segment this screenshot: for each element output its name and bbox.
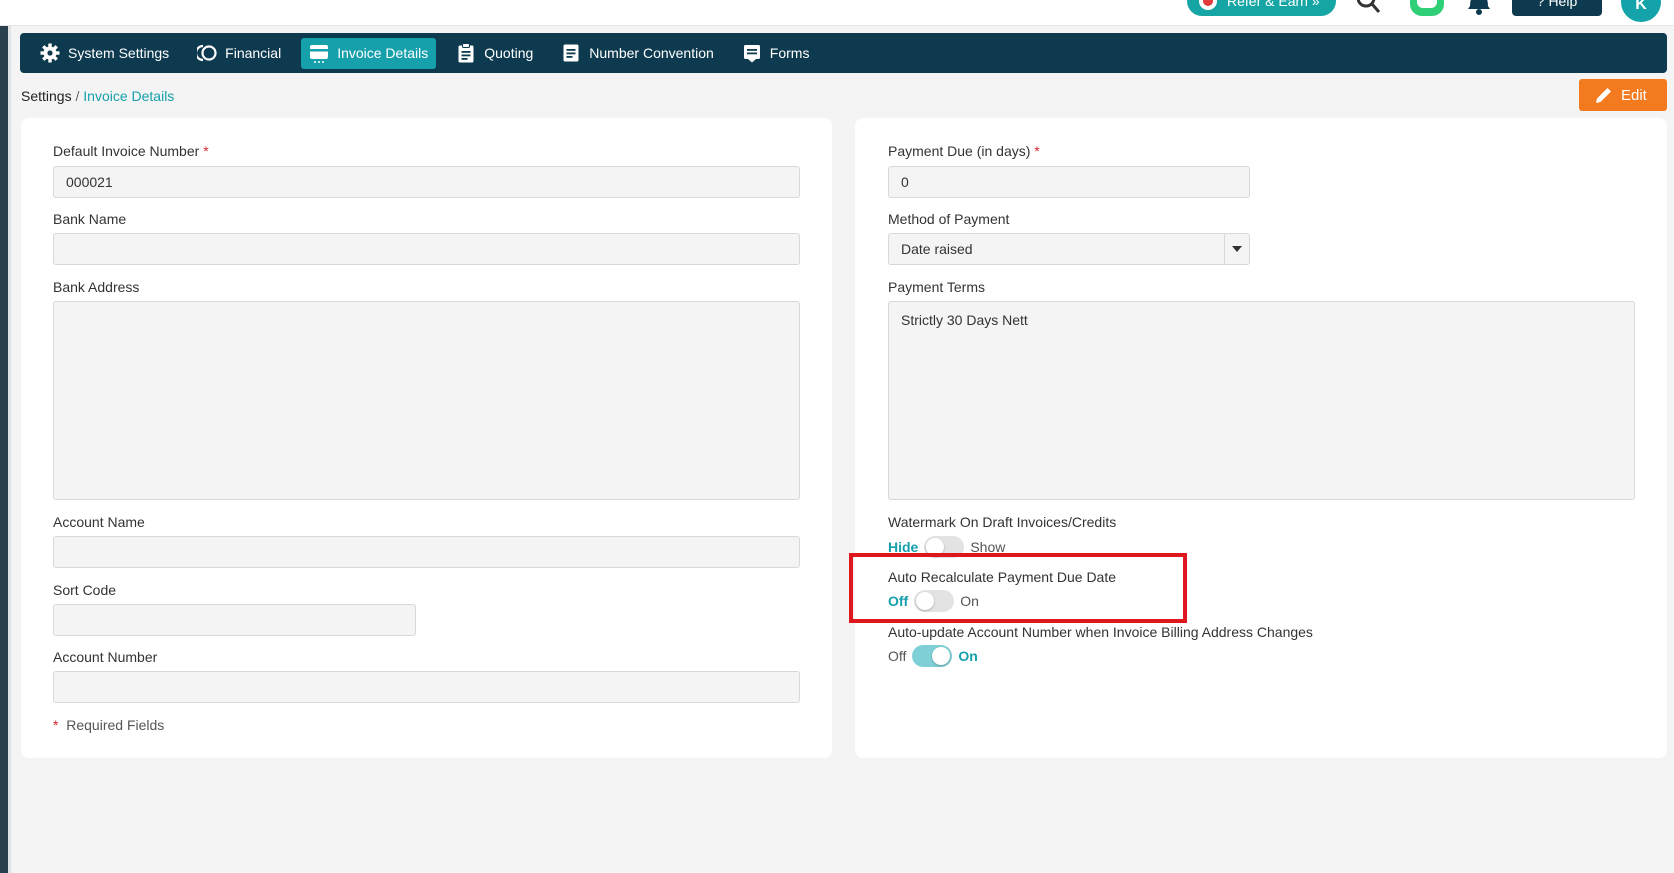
payment-due-input[interactable]: 0 xyxy=(888,166,1250,198)
required-star: * xyxy=(53,717,59,733)
settings-nav-bar: System Settings Financial Invoice Detail… xyxy=(20,33,1667,73)
breadcrumb-root[interactable]: Settings xyxy=(21,88,72,104)
payment-terms-textarea[interactable]: Strictly 30 Days Nett xyxy=(888,301,1635,500)
invoice-card-icon xyxy=(310,45,329,63)
refer-and-earn-button[interactable]: Refer & Earn » xyxy=(1187,0,1336,16)
bell-icon[interactable] xyxy=(1466,0,1492,16)
pencil-icon xyxy=(1596,88,1611,103)
watermark-label: Watermark On Draft Invoices/Credits xyxy=(888,514,1117,530)
payment-terms-label: Payment Terms xyxy=(888,279,985,295)
auto-update-account-toggle-row: Off On xyxy=(888,645,978,667)
highlight-annotation-box xyxy=(849,553,1187,623)
default-invoice-number-label: Default Invoice Number * xyxy=(53,143,209,159)
refer-and-earn-label: Refer & Earn » xyxy=(1227,0,1320,9)
required-note-text: Required Fields xyxy=(66,717,165,733)
gear-icon xyxy=(40,43,60,63)
auto-update-account-toggle[interactable] xyxy=(912,645,953,667)
edit-button[interactable]: Edit xyxy=(1579,79,1667,111)
sort-code-input[interactable] xyxy=(53,604,416,636)
bank-name-label: Bank Name xyxy=(53,211,127,227)
avatar[interactable]: K xyxy=(1621,0,1661,22)
breadcrumb-current: Invoice Details xyxy=(83,88,175,104)
tab-label: Number Convention xyxy=(589,45,714,61)
payment-due-label: Payment Due (in days) * xyxy=(888,143,1040,159)
toggle-on-label: On xyxy=(958,648,978,664)
bank-details-panel: Default Invoice Number * 000021 Bank Nam… xyxy=(21,118,832,758)
clipboard-icon xyxy=(458,43,474,63)
toggle-knob xyxy=(932,647,951,665)
label-text: Payment Due (in days) xyxy=(888,143,1031,159)
tab-invoice-details[interactable]: Invoice Details xyxy=(301,37,437,69)
tab-financial[interactable]: Financial xyxy=(189,38,289,69)
tab-label: System Settings xyxy=(68,45,170,61)
form-icon xyxy=(743,45,760,63)
input-value: 000021 xyxy=(66,174,113,190)
left-sidebar-edge xyxy=(0,26,8,873)
breadcrumb-separator: / xyxy=(71,88,84,104)
tab-forms[interactable]: Forms xyxy=(734,38,818,69)
required-fields-note: * Required Fields xyxy=(53,717,164,733)
top-header: Refer & Earn » ? Help K xyxy=(0,0,1674,26)
bank-address-label: Bank Address xyxy=(53,279,140,295)
account-number-label: Account Number xyxy=(53,649,158,665)
select-value: Date raised xyxy=(901,241,973,257)
default-invoice-number-input[interactable]: 000021 xyxy=(53,166,800,198)
account-name-label: Account Name xyxy=(53,514,145,530)
tab-quoting[interactable]: Quoting xyxy=(448,38,541,69)
account-number-input[interactable] xyxy=(53,671,800,703)
method-of-payment-select[interactable]: Date raised xyxy=(888,233,1250,265)
account-name-input[interactable] xyxy=(53,536,800,568)
sort-code-label: Sort Code xyxy=(53,582,117,598)
search-icon[interactable] xyxy=(1357,0,1381,14)
document-icon xyxy=(563,44,579,62)
chat-icon[interactable] xyxy=(1410,0,1444,16)
label-text: Default Invoice Number xyxy=(53,143,200,159)
breadcrumb: Settings / Invoice Details xyxy=(21,88,174,104)
bank-address-textarea[interactable] xyxy=(53,301,800,500)
tab-label: Financial xyxy=(225,45,282,61)
financial-icon xyxy=(197,44,217,62)
chevron-down-icon[interactable] xyxy=(1224,234,1249,264)
tab-label: Quoting xyxy=(484,45,534,61)
bank-name-input[interactable] xyxy=(53,233,800,265)
gift-icon xyxy=(1199,0,1217,10)
help-button[interactable]: ? Help xyxy=(1512,0,1602,16)
required-star: * xyxy=(203,143,209,159)
edit-label: Edit xyxy=(1621,86,1647,104)
required-star: * xyxy=(1034,143,1040,159)
input-value: 0 xyxy=(901,174,909,190)
tab-number-convention[interactable]: Number Convention xyxy=(553,38,722,69)
tab-system-settings[interactable]: System Settings xyxy=(32,38,177,69)
method-of-payment-label: Method of Payment xyxy=(888,211,1010,227)
tab-label: Forms xyxy=(769,45,810,61)
payment-settings-panel: Payment Due (in days) * 0 Method of Paym… xyxy=(855,118,1667,758)
tab-label: Invoice Details xyxy=(337,45,429,61)
auto-update-account-label: Auto-update Account Number when Invoice … xyxy=(888,624,1313,640)
toggle-off-label: Off xyxy=(888,648,907,664)
